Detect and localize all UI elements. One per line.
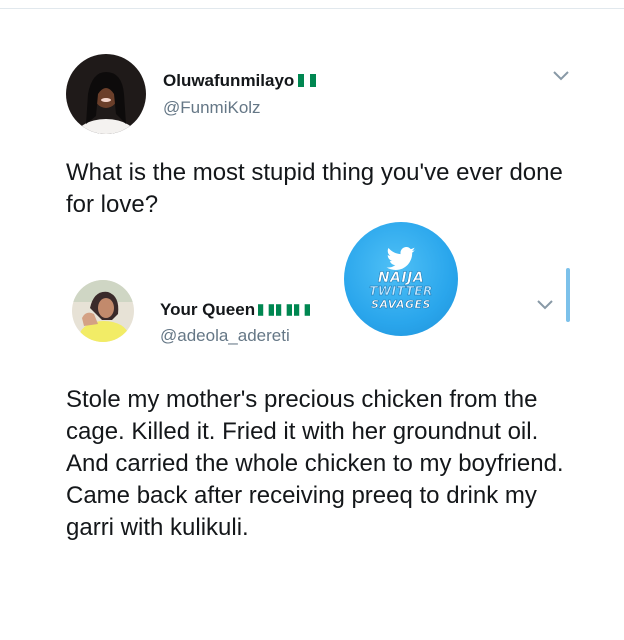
nigeria-flag-icon [258,303,275,316]
display-name[interactable]: Oluwafunmilayo [163,71,317,92]
nigeria-flag-icon [294,303,311,316]
username[interactable]: @adeola_adereti [160,326,290,346]
nigeria-flag-icon [298,72,317,92]
logo-text-line3: SAVAGES [371,298,431,312]
avatar[interactable] [66,54,146,134]
tweet-text: Stole my mother's precious chicken from … [66,386,564,541]
display-name[interactable]: Your Queen [160,300,312,321]
avatar[interactable] [72,280,134,342]
username[interactable]: @FunmiKolz [163,98,261,118]
tweet-text: What is the most stupid thing you've eve… [66,159,563,218]
nigeria-flag-icon [276,303,293,316]
scrollbar[interactable] [566,268,570,322]
flag-emojis [258,301,312,321]
top-divider [0,8,624,9]
chevron-down-icon[interactable] [536,299,554,311]
logo-text-line2: TWITTER [369,284,433,299]
naija-twitter-savages-logo: NAIJA TWITTER SAVAGES [344,222,458,336]
chevron-down-icon[interactable] [552,70,570,82]
